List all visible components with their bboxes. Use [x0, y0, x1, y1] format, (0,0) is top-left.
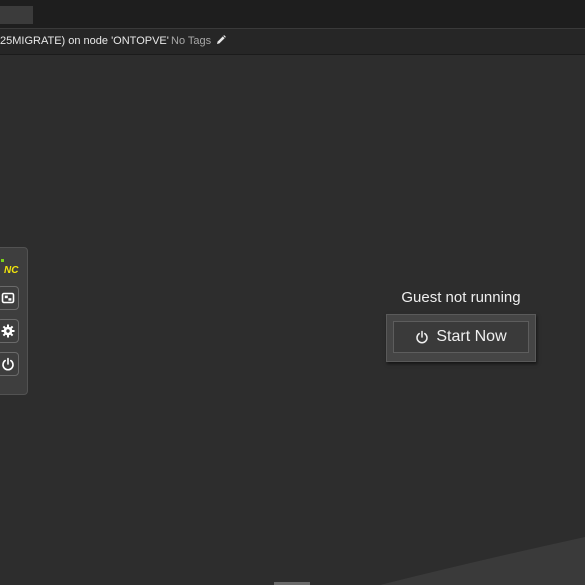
keyboard-icon: [1, 292, 15, 304]
top-toolbar: [0, 0, 585, 29]
power-button[interactable]: [0, 352, 19, 376]
vm-title: 25MIGRATE) on node 'ONTOPVE': [0, 35, 169, 47]
gear-icon: [1, 324, 15, 338]
extra-keys-button[interactable]: [0, 286, 19, 310]
novnc-control-bar: NC: [0, 247, 28, 395]
tags-area[interactable]: No Tags: [171, 35, 227, 47]
novnc-logo: NC: [1, 259, 19, 276]
novnc-logo-text: NC: [4, 265, 19, 276]
power-icon: [416, 330, 429, 344]
start-now-button[interactable]: Start Now: [393, 321, 529, 353]
guest-status-text: Guest not running: [401, 289, 521, 306]
toolbar-tab[interactable]: [0, 6, 33, 24]
settings-button[interactable]: [0, 319, 19, 343]
pencil-icon[interactable]: [216, 35, 227, 45]
proxmox-console-window: 25MIGRATE) on node 'ONTOPVE' No Tags NC: [0, 0, 585, 585]
tags-label: No Tags: [171, 35, 212, 47]
power-icon: [2, 357, 14, 371]
vnc-console-area[interactable]: NC Guest not running Start Now: [0, 55, 585, 585]
console-title-bar: 25MIGRATE) on node 'ONTOPVE' No Tags: [0, 29, 585, 55]
start-now-label: Start Now: [436, 328, 507, 345]
start-dialog: Start Now: [386, 314, 536, 362]
